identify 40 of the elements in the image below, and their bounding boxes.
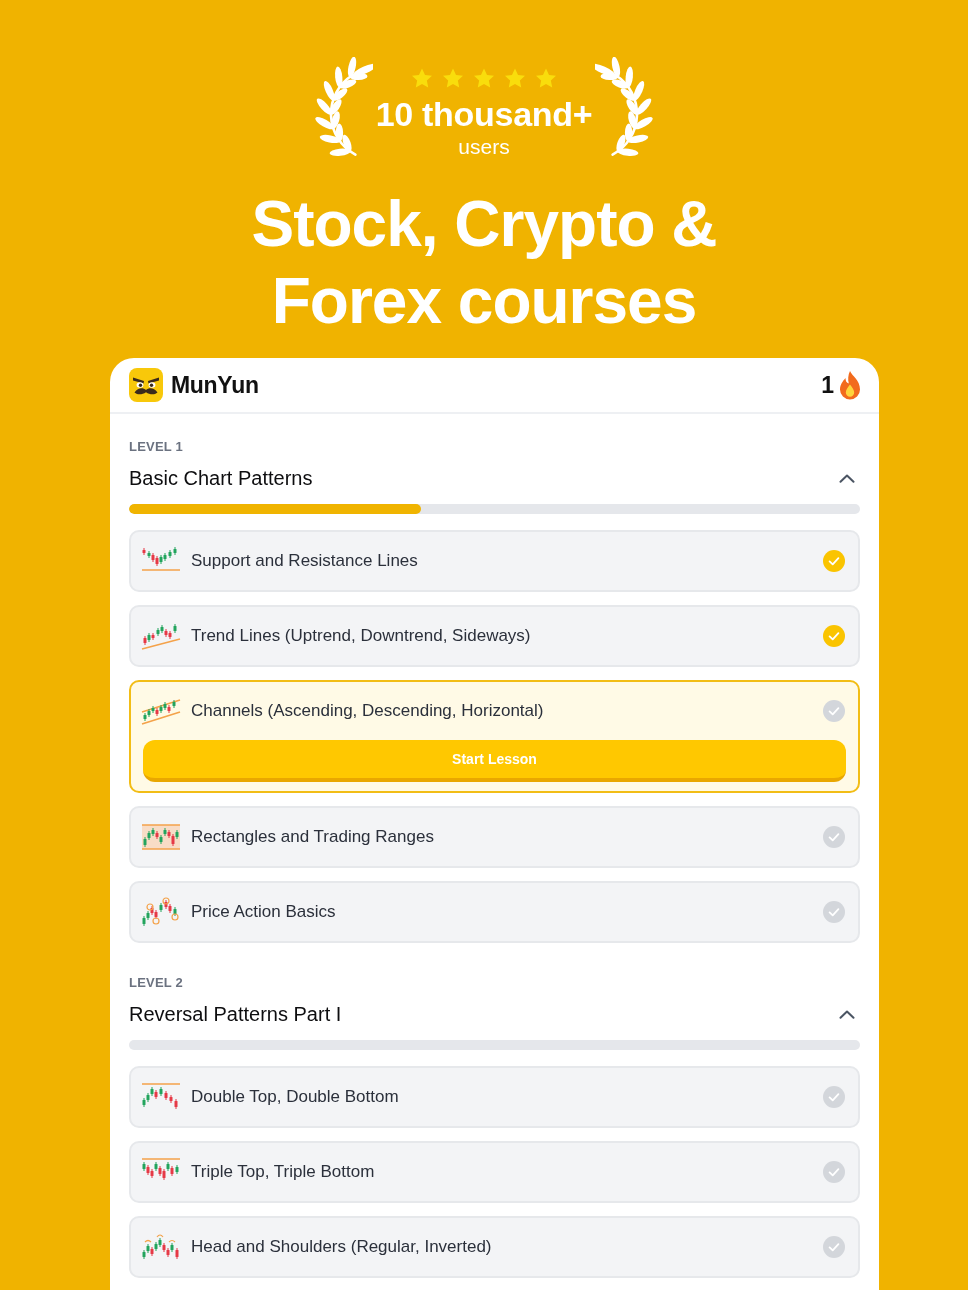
lesson-title: Support and Resistance Lines: [191, 551, 418, 571]
star-icon: [474, 68, 494, 88]
flame-icon: [838, 370, 862, 400]
lesson-card[interactable]: Support and Resistance Lines: [129, 530, 860, 592]
lesson-title: Head and Shoulders (Regular, Inverted): [191, 1237, 492, 1257]
lesson-title: Channels (Ascending, Descending, Horizontal): [191, 701, 544, 721]
lesson-card[interactable]: Double Top, Double Bottom: [129, 1066, 860, 1128]
headline: Stock, Crypto & Forex courses: [250, 187, 718, 339]
level-label: LEVEL 1: [129, 438, 183, 456]
lesson-title: Triple Top, Triple Bottom: [191, 1162, 375, 1182]
lesson-title: Rectangles and Trading Ranges: [191, 827, 434, 847]
candlestick-chart-icon: [141, 822, 181, 852]
lesson-title: Trend Lines (Uptrend, Downtrend, Sideways): [191, 626, 531, 646]
lesson-card[interactable]: Head and Shoulders (Regular, Inverted): [129, 1216, 860, 1278]
candlestick-chart-icon: [141, 696, 181, 726]
lesson-title: Price Action Basics: [191, 902, 336, 922]
user-count-caption: users: [458, 135, 510, 159]
level-title: Reversal Patterns Part I: [129, 1002, 342, 1027]
lesson-card[interactable]: Triple Top, Triple Bottom: [129, 1141, 860, 1203]
chevron-up-icon[interactable]: [839, 1009, 855, 1019]
chevron-up-icon[interactable]: [839, 473, 855, 483]
candlestick-chart-icon: [141, 1082, 181, 1112]
lesson-card[interactable]: Channels (Ascending, Descending, Horizontal) Start Lesson: [129, 680, 860, 793]
mustache-face-logo-icon: [129, 368, 163, 402]
candlestick-chart-icon: [141, 1232, 181, 1262]
lesson-card[interactable]: Price Action Basics: [129, 881, 860, 943]
brand-name: MunYun: [171, 371, 259, 399]
candlestick-chart-icon: [141, 621, 181, 651]
level-title: Basic Chart Patterns: [129, 466, 313, 491]
lesson-card[interactable]: Trend Lines (Uptrend, Downtrend, Sideways): [129, 605, 860, 667]
star-icon: [536, 68, 556, 88]
lesson-card[interactable]: Rectangles and Trading Ranges: [129, 806, 860, 868]
candlestick-chart-icon: [141, 897, 181, 927]
star-icon: [443, 68, 463, 88]
star-icon: [412, 68, 432, 88]
star-icon: [505, 68, 525, 88]
streak-count: 1: [821, 371, 834, 399]
user-count: 10 thousand+: [375, 94, 593, 134]
lesson-title: Double Top, Double Bottom: [191, 1087, 399, 1107]
level-label: LEVEL 2: [129, 974, 183, 992]
